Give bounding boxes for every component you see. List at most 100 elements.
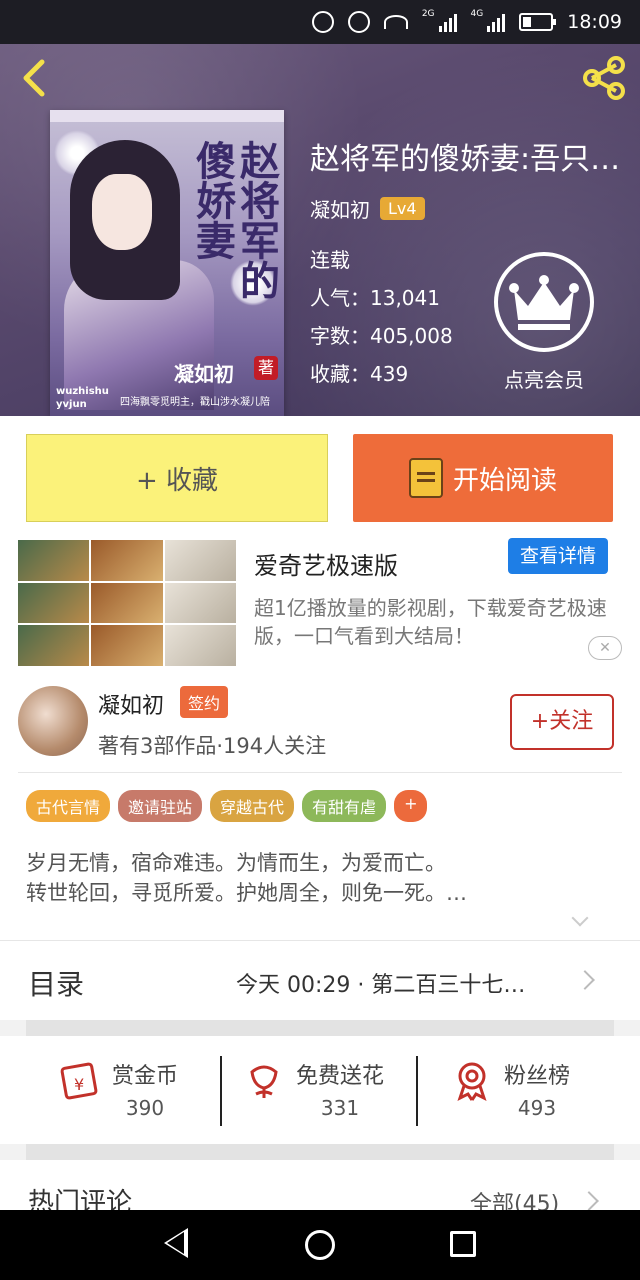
author-card[interactable]: 凝如初 签约 著有3部作品·194人关注 +关注 xyxy=(0,672,640,772)
add-tag-button[interactable]: + xyxy=(394,790,428,822)
cover-title-art: 赵将军的傻娇妻 xyxy=(189,140,280,300)
nav-home-icon[interactable] xyxy=(305,1230,335,1260)
ad-title: 爱奇艺极速版 xyxy=(254,552,398,580)
ad-thumbnail xyxy=(164,625,236,666)
stat-label: 粉丝榜 xyxy=(504,1064,571,1089)
popularity-label: 人气： xyxy=(310,286,370,310)
start-reading-button[interactable]: 开始阅读 xyxy=(353,434,613,522)
favorites-label: 收藏： xyxy=(310,362,370,386)
network-type-2: 4G xyxy=(470,9,484,19)
book-intro[interactable]: 岁月无情，宿命难违。为情而生，为爱而亡。 转世轮回，寻觅所爱。护她周全，则免一死… xyxy=(26,848,616,908)
cover-strip xyxy=(50,110,284,122)
book-word-count: 字数：405,008 xyxy=(310,320,453,349)
network-type-1: 2G xyxy=(421,9,435,19)
tags-intro-section: 古代言情 邀请驻站 穿越古代 有甜有虐 + 岁月无情，宿命难违。为情而生，为爱而… xyxy=(0,772,640,940)
ad-banner[interactable]: 爱奇艺极速版 查看详情 超1亿播放量的影视剧，下载爱奇艺极速版，一口气看到大结局… xyxy=(0,538,640,672)
ad-thumbnail xyxy=(18,625,90,666)
stat-label: 赏金币 xyxy=(112,1064,179,1089)
latest-chapter: 今天 00:29 · 第二百三十七… xyxy=(236,973,526,998)
avatar[interactable] xyxy=(18,686,88,756)
intro-line: 岁月无情，宿命难违。为情而生，为爱而亡。 xyxy=(26,851,446,875)
share-button[interactable] xyxy=(580,56,628,100)
catalog-row[interactable]: 目录 今天 00:29 · 第二百三十七… xyxy=(0,940,640,1020)
book-author-row: 凝如初 Lv4 xyxy=(310,194,425,223)
section-separator xyxy=(26,1144,614,1160)
word-count-value: 405,008 xyxy=(370,324,453,348)
cover-figure-face xyxy=(92,174,152,250)
book-favorites: 收藏：439 xyxy=(310,358,408,387)
book-cover[interactable]: 赵将军的傻娇妻 凝如初 著 wuzhishu yvjun 四海飘零觅明主，戳山涉… xyxy=(50,110,284,416)
cover-seal: 著 xyxy=(254,356,278,380)
nav-back-icon[interactable] xyxy=(164,1228,188,1258)
book-icon xyxy=(408,458,443,498)
fan-ranking-item[interactable]: 粉丝榜 493 xyxy=(450,1058,570,1120)
catalog-label: 目录 xyxy=(28,968,85,1001)
flower-icon xyxy=(250,1065,278,1098)
ad-thumbnail-grid xyxy=(18,540,236,666)
ad-thumbnail xyxy=(164,540,236,581)
word-count-label: 字数： xyxy=(310,324,370,348)
ad-close-button[interactable]: ✕ xyxy=(588,636,622,660)
medal-icon xyxy=(457,1062,487,1101)
back-button[interactable] xyxy=(16,58,52,98)
divider xyxy=(220,1056,222,1126)
action-bar: + 收藏 开始阅读 xyxy=(0,416,640,538)
ad-thumbnail xyxy=(18,540,90,581)
ad-thumbnail xyxy=(164,582,236,624)
reward-coins-item[interactable]: ¥ 赏金币 390 xyxy=(58,1058,178,1120)
all-comments-link[interactable]: 全部(45) xyxy=(470,1186,559,1210)
add-to-favorites-button[interactable]: + 收藏 xyxy=(26,434,328,522)
vip-label: 点亮会员 xyxy=(504,368,584,392)
ad-thumbnail xyxy=(91,582,163,624)
book-author[interactable]: 凝如初 xyxy=(310,194,370,223)
start-reading-label: 开始阅读 xyxy=(452,465,557,496)
cover-author: 凝如初 xyxy=(174,362,234,386)
ad-thumbnail xyxy=(91,540,163,581)
tag-chip[interactable]: 古代言情 xyxy=(26,790,111,822)
book-popularity: 人气：13,041 xyxy=(310,282,440,311)
tag-chip[interactable]: 有甜有虐 xyxy=(302,790,387,822)
cover-publisher: wuzhishu yvjun xyxy=(56,386,109,410)
ad-thumbnail xyxy=(91,625,163,666)
intro-line: 转世轮回，寻觅所爱。护她周全，则免一死。… xyxy=(26,881,467,905)
divider xyxy=(416,1056,418,1126)
expand-chevron-icon[interactable] xyxy=(571,909,589,927)
system-navigation-bar xyxy=(0,1210,640,1280)
chevron-right-icon xyxy=(575,970,595,990)
status-bar: 2G 4G 18:09 xyxy=(0,0,640,44)
svg-text:¥: ¥ xyxy=(74,1075,84,1094)
popularity-value: 13,041 xyxy=(370,286,440,310)
ad-thumbnail xyxy=(18,582,90,624)
crown-icon xyxy=(509,275,579,330)
author-name: 凝如初 xyxy=(98,694,165,719)
stat-label: 免费送花 xyxy=(296,1064,385,1089)
status-time: 18:09 xyxy=(567,11,622,33)
chevron-right-icon xyxy=(579,1191,599,1210)
hot-comments-header[interactable]: 热门评论 全部(45) xyxy=(0,1160,640,1210)
tag-chip[interactable]: 邀请驻站 xyxy=(118,790,203,822)
book-title: 赵将军的傻娇妻:吾只… xyxy=(310,142,621,177)
book-status: 连载 xyxy=(310,248,350,272)
stat-value: 331 xyxy=(320,1096,360,1120)
divider xyxy=(18,772,622,773)
tag-list: 古代言情 邀请驻站 穿越古代 有甜有虐 + xyxy=(26,790,428,822)
favorites-value: 439 xyxy=(370,362,409,386)
send-flower-item[interactable]: 免费送花 331 xyxy=(242,1058,384,1120)
reward-stats: ¥ 赏金币 390 免费送花 331 粉丝榜 493 xyxy=(0,1036,640,1144)
signal-icon-2 xyxy=(487,12,506,32)
data-saver-icon xyxy=(311,11,334,33)
nav-recents-icon[interactable] xyxy=(450,1231,476,1257)
author-level-badge: Lv4 xyxy=(380,197,425,220)
ad-details-button[interactable]: 查看详情 xyxy=(508,538,608,574)
vip-button[interactable] xyxy=(494,252,594,352)
book-header: 赵将军的傻娇妻 凝如初 著 wuzhishu yvjun 四海飘零觅明主，戳山涉… xyxy=(0,44,640,416)
author-stats: 著有3部作品·194人关注 xyxy=(98,734,327,758)
stat-value: 493 xyxy=(517,1096,557,1120)
ad-description: 超1亿播放量的影视剧，下载爱奇艺极速版，一口气看到大结局！ xyxy=(254,596,607,648)
battery-icon xyxy=(519,13,557,31)
tag-chip[interactable]: 穿越古代 xyxy=(210,790,295,822)
follow-button[interactable]: +关注 xyxy=(510,694,614,750)
signed-badge: 签约 xyxy=(180,686,229,718)
section-separator xyxy=(26,1020,614,1036)
signal-icon xyxy=(438,12,457,32)
